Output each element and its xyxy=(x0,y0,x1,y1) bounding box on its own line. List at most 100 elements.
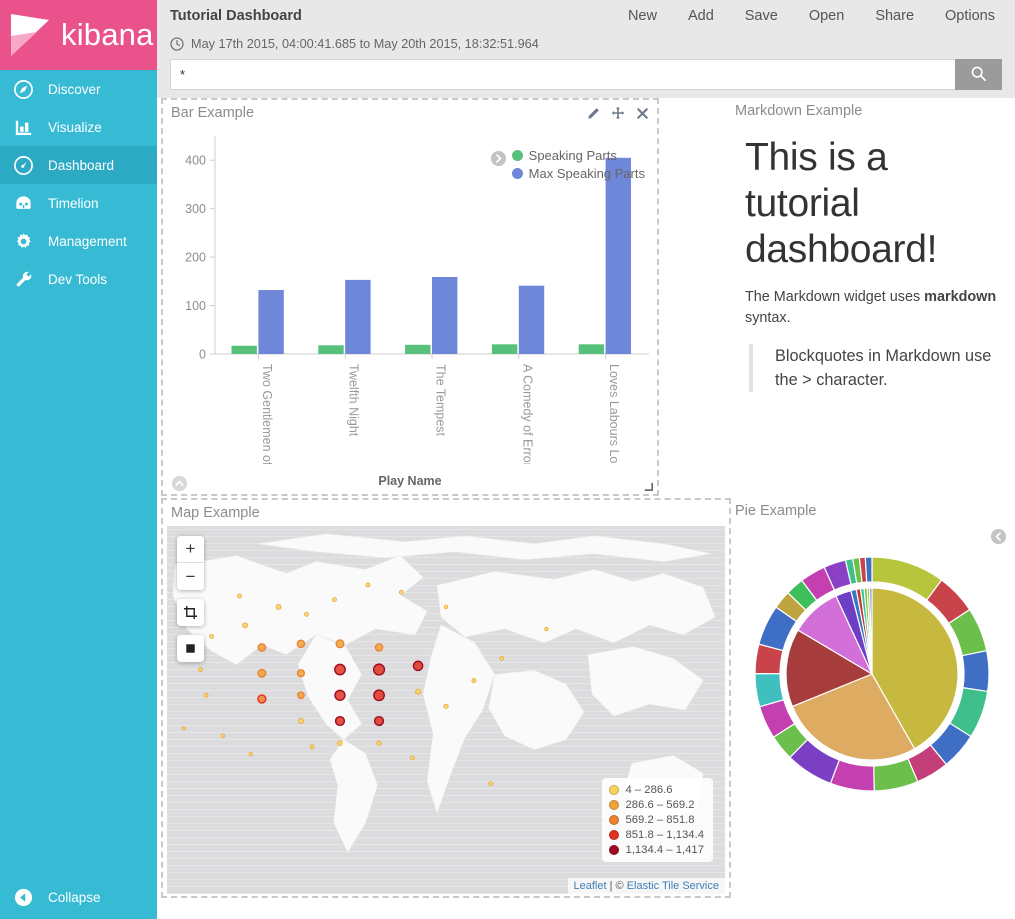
kibana-logo-icon xyxy=(9,12,53,58)
panel-title: Bar Example xyxy=(163,100,657,121)
markdown-paragraph-after: syntax. xyxy=(745,310,791,326)
sidebar-collapse-label: Collapse xyxy=(48,890,101,905)
sidebar: kibana Discover xyxy=(0,0,157,919)
sidebar-item-management[interactable]: Management xyxy=(0,222,157,260)
zoom-out-icon[interactable]: − xyxy=(177,563,204,590)
menu-options[interactable]: Options xyxy=(945,8,995,24)
map-controls: + − xyxy=(177,536,204,671)
fit-bounds-icon[interactable] xyxy=(177,599,204,626)
markdown-paragraph: The Markdown widget uses markdown syntax… xyxy=(745,287,999,328)
menu-add[interactable]: Add xyxy=(688,8,714,24)
sidebar-item-label: Discover xyxy=(48,82,101,97)
gauge-icon xyxy=(12,154,34,176)
pencil-icon[interactable] xyxy=(587,107,600,120)
time-picker[interactable]: May 17th 2015, 04:00:41.685 to May 20th … xyxy=(170,31,1002,57)
legend-color-dot xyxy=(512,150,523,161)
legend-entry-max-speaking-parts[interactable]: Max Speaking Parts xyxy=(512,166,645,181)
markdown-heading: This is a tutorial dashboard! xyxy=(745,135,999,273)
chevron-right-circle-icon[interactable] xyxy=(490,150,507,167)
panel-pie-example: Pie Example xyxy=(727,498,1015,898)
kibana-app: kibana Discover xyxy=(0,0,1015,919)
sidebar-item-visualize[interactable]: Visualize xyxy=(0,108,157,146)
sidebar-item-dev-tools[interactable]: Dev Tools xyxy=(0,260,157,298)
clock-icon xyxy=(170,37,184,51)
legend-color-dot xyxy=(512,168,523,179)
sidebar-item-dashboard[interactable]: Dashboard xyxy=(0,146,157,184)
chevron-left-circle-icon[interactable] xyxy=(990,528,1007,545)
panel-title: Markdown Example xyxy=(727,98,1015,119)
elastic-tile-service-link[interactable]: Elastic Tile Service xyxy=(627,880,719,892)
legend-entry-speaking-parts[interactable]: Speaking Parts xyxy=(512,148,645,163)
markdown-blockquote: Blockquotes in Markdown use the > charac… xyxy=(749,344,999,392)
legend-range-label: 569.2 – 851.8 xyxy=(625,814,694,826)
attribution-separator: | © xyxy=(607,880,627,892)
sidebar-nav: Discover Visualize xyxy=(0,70,157,298)
map-attribution: Leaflet | © Elastic Tile Service xyxy=(568,878,725,894)
map-legend-row: 286.6 – 569.2 xyxy=(609,799,704,811)
search-button[interactable] xyxy=(955,59,1002,90)
menu-new[interactable]: New xyxy=(628,8,657,24)
brand-name: kibana xyxy=(61,17,154,53)
svg-text:The Tempest: The Tempest xyxy=(434,364,448,437)
svg-text:100: 100 xyxy=(185,299,206,313)
zoom-in-icon[interactable]: + xyxy=(177,536,204,563)
map-legend: 4 – 286.6 286.6 – 569.2 569.2 – 851.8 xyxy=(602,778,713,862)
menu-save[interactable]: Save xyxy=(745,8,778,24)
compass-icon xyxy=(12,78,34,100)
legend-label: Speaking Parts xyxy=(529,148,617,163)
search-bar xyxy=(170,59,1002,90)
move-icon[interactable] xyxy=(611,106,625,120)
wrench-icon xyxy=(12,268,34,290)
panel-controls xyxy=(587,106,649,120)
legend-range-label: 1,134.4 – 1,417 xyxy=(625,844,704,856)
menu-open[interactable]: Open xyxy=(809,8,844,24)
svg-text:200: 200 xyxy=(185,251,206,265)
legend-color-dot xyxy=(609,815,619,825)
panel-title: Map Example xyxy=(163,500,729,521)
pie-chart-svg xyxy=(753,554,991,794)
panel-bar-example: Bar Example xyxy=(161,98,659,496)
main-content: Tutorial Dashboard New Add Save Open Sha… xyxy=(157,0,1015,919)
sidebar-item-discover[interactable]: Discover xyxy=(0,70,157,108)
bar-chart: 0100200300400Two Gentlemen of...Twelfth … xyxy=(167,126,653,460)
legend-range-label: 286.6 – 569.2 xyxy=(625,799,694,811)
legend-color-dot xyxy=(609,830,619,840)
sidebar-item-label: Dashboard xyxy=(48,158,114,173)
legend-range-label: 851.8 – 1,134.4 xyxy=(625,829,704,841)
brand-logo[interactable]: kibana xyxy=(0,0,157,70)
sidebar-item-label: Management xyxy=(48,234,127,249)
sidebar-item-label: Dev Tools xyxy=(48,272,107,287)
resize-handle-icon[interactable] xyxy=(643,481,654,492)
header-menu: New Add Save Open Share Options xyxy=(628,8,1002,24)
svg-text:Twelfth Night: Twelfth Night xyxy=(347,364,361,437)
chevron-up-circle-icon[interactable] xyxy=(171,475,188,492)
panel-markdown-example: Markdown Example This is a tutorial dash… xyxy=(727,98,1015,496)
legend-label: Max Speaking Parts xyxy=(529,166,645,181)
svg-text:0: 0 xyxy=(199,348,206,362)
markdown-body: This is a tutorial dashboard! The Markdo… xyxy=(727,119,1015,392)
sidebar-item-timelion[interactable]: Timelion xyxy=(0,184,157,222)
bar-chart-icon xyxy=(12,116,34,138)
map-legend-row: 851.8 – 1,134.4 xyxy=(609,829,704,841)
sidebar-item-label: Visualize xyxy=(48,120,102,135)
svg-text:400: 400 xyxy=(185,154,206,168)
sidebar-collapse-button[interactable]: Collapse xyxy=(0,875,157,919)
close-icon[interactable] xyxy=(636,107,649,120)
markdown-paragraph-bold: markdown xyxy=(924,289,996,305)
map-legend-row: 4 – 286.6 xyxy=(609,784,704,796)
search-input[interactable] xyxy=(170,59,955,90)
pie-chart xyxy=(727,554,1015,794)
svg-text:Loves Labours Lost: Loves Labours Lost xyxy=(607,364,621,464)
timelion-icon xyxy=(12,192,34,214)
dashboard-header: Tutorial Dashboard New Add Save Open Sha… xyxy=(157,0,1015,98)
leaflet-link[interactable]: Leaflet xyxy=(574,880,607,892)
panel-map-example: Map Example xyxy=(161,498,731,898)
menu-share[interactable]: Share xyxy=(875,8,914,24)
draw-rectangle-icon[interactable] xyxy=(177,635,204,662)
search-icon xyxy=(970,65,987,85)
svg-text:300: 300 xyxy=(185,202,206,216)
page-title: Tutorial Dashboard xyxy=(170,8,302,24)
legend-color-dot xyxy=(609,785,619,795)
legend-range-label: 4 – 286.6 xyxy=(625,784,672,796)
map-canvas[interactable]: + − xyxy=(167,526,725,894)
